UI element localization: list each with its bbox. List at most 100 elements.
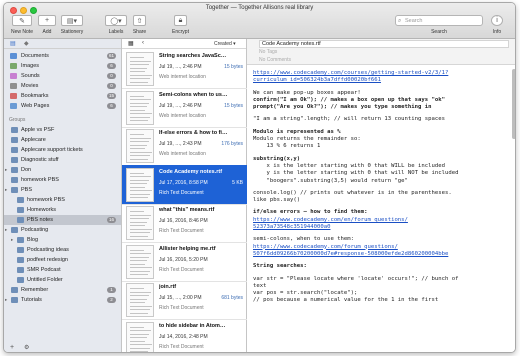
add-button[interactable]: +: [38, 15, 56, 26]
comments-field[interactable]: No Comments: [259, 57, 291, 63]
disclosure-triangle-icon[interactable]: ▸: [5, 295, 7, 305]
sidebar-group-item[interactable]: SMR Podcast: [4, 265, 121, 275]
sidebar-group-item[interactable]: Remember 1: [4, 285, 121, 295]
sidebar-group-item[interactable]: Diagnostic stuff: [4, 155, 121, 165]
sidebar-item-label: Tutorials: [21, 297, 42, 303]
list-item[interactable]: Allister helping me.rtf Jul 16, 2016, 5:2…: [122, 242, 247, 282]
sidebar-group-item[interactable]: ▸ PBS: [4, 185, 121, 195]
search-placeholder: Search: [405, 18, 423, 24]
sort-dropdown[interactable]: Created ▾: [214, 41, 236, 47]
compose-icon: ✎: [19, 17, 25, 25]
sidebar-item-label: homework PBS: [21, 177, 59, 183]
sidebar-group-item[interactable]: ▸ Tutorials 2: [4, 295, 121, 305]
sidebar-item[interactable]: Web Pages 6: [4, 101, 121, 111]
item-size: 15 bytes: [224, 102, 243, 109]
folder-icon: [11, 167, 18, 173]
sidebar-group-item[interactable]: Applecare: [4, 135, 121, 145]
document-title[interactable]: Code Academy notes.rtf: [259, 40, 509, 48]
disclosure-triangle-icon[interactable]: ▸: [5, 185, 7, 195]
sidebar-group-item[interactable]: ▸ Blog: [4, 235, 121, 245]
folder-icon: [11, 137, 18, 143]
document-link[interactable]: https://www.codecademy.com/forum_questio…: [253, 244, 511, 251]
sidebar-group-item[interactable]: ▸ Podcasting: [4, 225, 121, 235]
sidebar-group-item[interactable]: Apple vs PSF: [4, 125, 121, 135]
item-size: 176 bytes: [221, 141, 243, 147]
sidebar-item-label: Applecare support tickets: [21, 147, 83, 153]
sidebar-item-label: Podcasting ideas: [27, 247, 69, 253]
document-line: String searches:: [253, 263, 307, 270]
list-item[interactable]: join.rtf Jul 15, …, 2:00 PM 681 bytes Rich …: [122, 280, 247, 320]
sidebar-group-item[interactable]: ▸ Don: [4, 165, 121, 175]
item-date: Jul 19, …, 2:46 PM: [159, 64, 202, 70]
folder-icon: [11, 187, 18, 193]
library-tab-icon[interactable]: ▤: [10, 40, 16, 47]
document-line: x is the letter starting with 0 that WIL…: [253, 162, 445, 169]
sidebar-group-item[interactable]: Podcasting ideas: [4, 245, 121, 255]
sidebar-group-item[interactable]: podfeet redesign: [4, 255, 121, 265]
share-label: Share: [132, 29, 147, 35]
sidebar-group-item[interactable]: Homeworks: [4, 205, 121, 215]
sidebar-item[interactable]: Bookmarks 15: [4, 91, 121, 101]
share-button[interactable]: ⇧: [133, 15, 146, 26]
sidebar-item[interactable]: Sounds 0: [4, 71, 121, 81]
labels-button[interactable]: ◯▾: [105, 15, 127, 26]
sidebar-item[interactable]: Movies 0: [4, 81, 121, 91]
stationery-button[interactable]: ▤▾: [61, 15, 83, 26]
sidebar-item[interactable]: Images 6: [4, 61, 121, 71]
item-kind: Rich Text Document: [159, 228, 204, 234]
encrypt-label: Encrypt: [172, 29, 189, 35]
document-line: 13 % 6 returns 1: [253, 143, 321, 150]
item-date: Jul 19, …, 2:46 PM: [159, 102, 202, 109]
sidebar-group-item[interactable]: homework PBS: [4, 175, 121, 185]
document-body[interactable]: https://www.codecademy.com/courses/getti…: [253, 70, 511, 352]
sidebar: ▤ ◆ Documents 61 Images 6 Sounds 0 Movies 0 Book…: [4, 39, 122, 352]
document-link[interactable]: curriculum_id=506324b3a7dffd00020bf661: [253, 77, 511, 84]
sidebar-item[interactable]: Documents 61: [4, 51, 121, 61]
document-thumbnail: [126, 283, 154, 317]
search-icon: ⌕: [398, 18, 402, 24]
document-scrollbar[interactable]: [512, 69, 515, 139]
document-link[interactable]: 507f6dd09266b70200000d7e#response-508000…: [253, 251, 511, 258]
count-badge: 6: [107, 63, 116, 69]
tags-tab-icon[interactable]: ◆: [24, 40, 29, 47]
folder-icon: [10, 73, 17, 79]
list-item[interactable]: If-else errors & how to fi… Jul 19, …, 2:…: [122, 126, 247, 166]
list-item[interactable]: String searches JavaSc… Jul 19, …, 2:46 P…: [122, 49, 247, 89]
disclosure-triangle-icon[interactable]: ▸: [5, 225, 7, 235]
sidebar-add-button[interactable]: +: [10, 344, 14, 351]
document-thumbnail: [126, 167, 154, 202]
folder-icon: [11, 147, 18, 153]
encrypt-button[interactable]: 🔒︎: [174, 15, 187, 26]
tags-field[interactable]: No Tags: [259, 49, 277, 55]
folder-icon: [11, 127, 18, 133]
document-link[interactable]: https://www.codecademy.com/en/forum_ques…: [253, 217, 511, 224]
sidebar-group-item[interactable]: Applecare support tickets: [4, 145, 121, 155]
document-line: y is the letter starting with 0 that wil…: [253, 170, 459, 177]
document-link[interactable]: 52373a73548c351944000a0: [253, 224, 511, 231]
list-item[interactable]: to hide sidebar in Atom… Jul 14, 2016, 2:…: [122, 319, 247, 352]
sidebar-item-label: Podcasting: [21, 227, 49, 233]
folder-icon: [17, 257, 24, 263]
back-arrow-icon[interactable]: ‹: [142, 40, 144, 46]
search-input[interactable]: ⌕ Search: [395, 15, 483, 26]
labels-icon: ◯▾: [110, 17, 122, 25]
disclosure-triangle-icon[interactable]: ▸: [5, 165, 7, 175]
document-line: like pbs.say(): [253, 197, 301, 204]
list-item[interactable]: what "this" means.rtf Jul 16, 2016, 8:46 …: [122, 203, 247, 243]
sidebar-group-item[interactable]: Untitled Folder: [4, 275, 121, 285]
list-view-icon[interactable]: ▦: [128, 40, 134, 47]
sidebar-group-item[interactable]: homework PBS: [4, 195, 121, 205]
sidebar-settings-icon[interactable]: ⚙: [24, 344, 29, 351]
document-link[interactable]: https://www.codecademy.com/courses/getti…: [253, 70, 511, 77]
disclosure-triangle-icon[interactable]: ▸: [11, 235, 13, 245]
sidebar-item-label: Documents: [21, 53, 49, 59]
sidebar-group-item[interactable]: PBS notes 16: [4, 215, 121, 225]
list-item[interactable]: Semi-colons when to us… Jul 19, …, 2:46 P…: [122, 88, 247, 128]
info-button[interactable]: i: [491, 15, 503, 26]
folder-icon: [10, 53, 17, 59]
new-note-button[interactable]: ✎: [12, 15, 32, 26]
folder-icon: [17, 207, 24, 213]
list-item[interactable]: Code Academy notes.rtf Jul 17, 2016, 8:58…: [122, 164, 247, 205]
folder-icon: [17, 217, 24, 223]
sidebar-item-label: SMR Podcast: [27, 267, 61, 273]
